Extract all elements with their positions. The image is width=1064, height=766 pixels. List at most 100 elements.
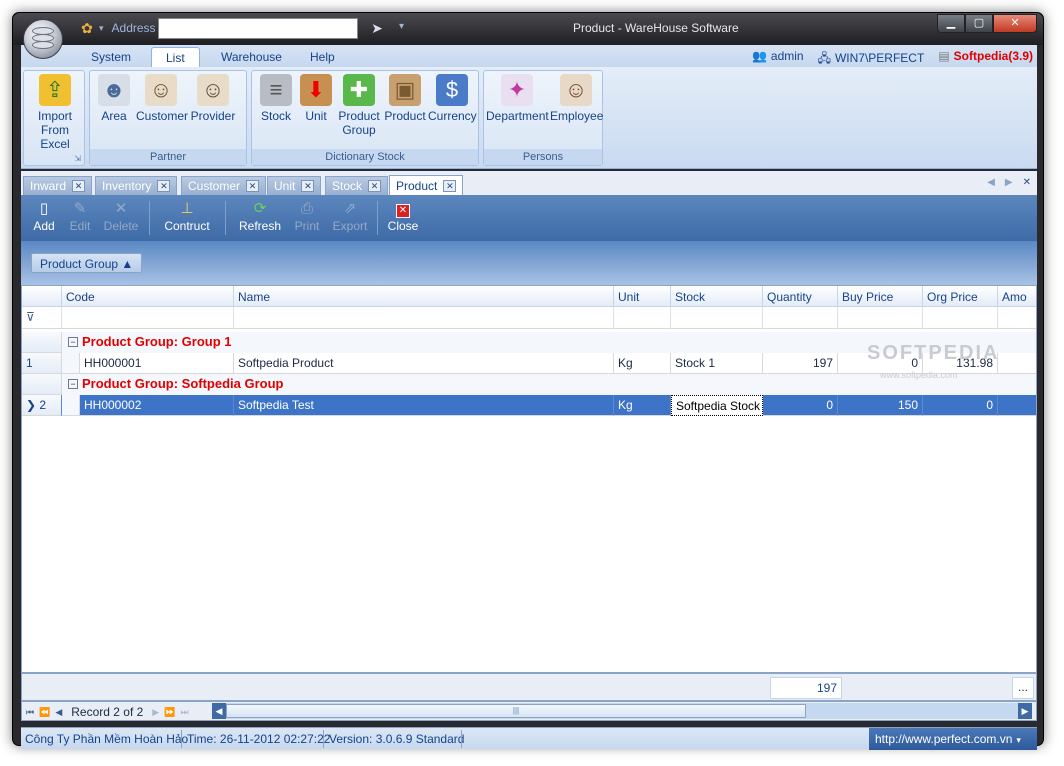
prev-page-icon[interactable]: ⏪ bbox=[39, 707, 50, 718]
qat-dropdown-icon[interactable]: ▾ bbox=[99, 23, 104, 34]
add-button[interactable]: ▯ Add bbox=[29, 199, 59, 233]
next-record-icon[interactable]: ▶ bbox=[152, 707, 159, 718]
delete-button[interactable]: ✕ Delete bbox=[101, 199, 141, 233]
horizontal-scrollbar[interactable]: ◀ ||| ▶ bbox=[212, 703, 1032, 719]
area-button[interactable]: ☻ Area bbox=[94, 74, 134, 123]
filter-org-price[interactable] bbox=[923, 307, 998, 329]
ribbon-tab-warehouse[interactable]: Warehouse bbox=[207, 47, 296, 67]
cell-quantity[interactable]: 0 bbox=[763, 395, 838, 416]
employee-button[interactable]: ☺ Employee bbox=[550, 74, 603, 123]
collapse-group-icon[interactable]: − bbox=[68, 379, 78, 389]
close-tab-icon[interactable]: ✕ bbox=[443, 179, 457, 192]
grid-filter-row: ⊽ bbox=[22, 307, 1036, 329]
tab-scroll-left-icon[interactable]: ◀ bbox=[987, 177, 995, 188]
close-button[interactable]: ✕ Close bbox=[383, 199, 423, 233]
doc-tab-stock[interactable]: Stock ✕ bbox=[325, 176, 389, 195]
first-record-icon[interactable]: ⏮ bbox=[26, 707, 34, 718]
import-from-excel-button[interactable]: ⇪ Import From Excel bbox=[28, 74, 82, 151]
column-header-amount[interactable]: Amo bbox=[998, 286, 1036, 307]
scroll-left-icon[interactable]: ◀ bbox=[212, 703, 226, 719]
footer-more-button[interactable]: ... bbox=[1012, 677, 1034, 699]
column-header-name[interactable]: Name bbox=[234, 286, 614, 307]
currency-icon: $ bbox=[436, 74, 468, 106]
close-window-button[interactable]: ✕ bbox=[993, 14, 1037, 33]
cell-org-price[interactable]: 0 bbox=[923, 395, 998, 416]
ribbon-tab-system[interactable]: System bbox=[77, 47, 145, 67]
doc-tab-inward[interactable]: Inward ✕ bbox=[23, 176, 93, 195]
scroll-right-icon[interactable]: ▶ bbox=[1018, 703, 1032, 719]
close-all-tabs-icon[interactable]: ✕ bbox=[1023, 177, 1031, 188]
cell-amount[interactable] bbox=[998, 353, 1036, 374]
filter-stock[interactable] bbox=[671, 307, 763, 329]
refresh-button[interactable]: ⟳ Refresh bbox=[233, 199, 287, 233]
filter-name[interactable] bbox=[234, 307, 614, 329]
last-record-icon[interactable]: ⏭ bbox=[180, 707, 188, 718]
ribbon-tab-help[interactable]: Help bbox=[296, 47, 349, 67]
export-button[interactable]: ⇗ Export bbox=[329, 199, 371, 233]
close-tab-icon[interactable]: ✕ bbox=[72, 180, 86, 192]
provider-button[interactable]: ☺ Provider bbox=[188, 74, 238, 123]
status-url-link[interactable]: http://www.perfect.com.vn ▾ bbox=[869, 728, 1037, 750]
close-tab-icon[interactable]: ✕ bbox=[246, 180, 260, 192]
minimize-button[interactable]: ▁ bbox=[937, 14, 965, 33]
cell-code[interactable]: HH000002 bbox=[80, 395, 234, 416]
address-input[interactable] bbox=[158, 18, 358, 39]
doc-tab-unit[interactable]: Unit ✕ bbox=[267, 176, 322, 195]
doc-tab-customer[interactable]: Customer ✕ bbox=[181, 176, 267, 195]
print-button[interactable]: ⎙ Print bbox=[289, 199, 325, 233]
edit-button[interactable]: ✎ Edit bbox=[65, 199, 95, 233]
column-header-quantity[interactable]: Quantity bbox=[763, 286, 838, 307]
tab-scroll-right-icon[interactable]: ▶ bbox=[1005, 177, 1013, 188]
column-header-stock[interactable]: Stock bbox=[671, 286, 763, 307]
product-button[interactable]: ▣ Product bbox=[384, 74, 426, 123]
group-launcher-icon[interactable]: ⇲ bbox=[74, 154, 81, 163]
scroll-thumb[interactable]: ||| bbox=[226, 704, 806, 718]
go-icon[interactable]: ➤ bbox=[365, 18, 389, 39]
filter-icon[interactable]: ⊽ bbox=[22, 307, 62, 329]
stock-button[interactable]: ≡ Stock bbox=[256, 74, 296, 123]
column-header-unit[interactable]: Unit bbox=[614, 286, 671, 307]
unit-button[interactable]: ⬇ Unit bbox=[298, 74, 334, 123]
excel-import-icon: ⇪ bbox=[39, 74, 71, 106]
next-page-icon[interactable]: ⏩ bbox=[164, 707, 175, 718]
product-group-button[interactable]: ✚ Product Group bbox=[336, 74, 382, 137]
cell-unit[interactable]: Kg bbox=[614, 353, 671, 374]
filter-quantity[interactable] bbox=[763, 307, 838, 329]
close-tab-icon[interactable]: ✕ bbox=[368, 180, 382, 192]
cell-code[interactable]: HH000001 bbox=[80, 353, 234, 374]
cell-quantity[interactable]: 197 bbox=[763, 353, 838, 374]
currency-button[interactable]: $ Currency bbox=[428, 74, 477, 123]
column-header-code[interactable]: Code bbox=[62, 286, 234, 307]
column-header-org-price[interactable]: Org Price bbox=[923, 286, 998, 307]
app-menu-button[interactable] bbox=[23, 19, 63, 59]
close-tab-icon[interactable]: ✕ bbox=[301, 180, 315, 192]
ribbon-tab-list[interactable]: List bbox=[151, 47, 200, 67]
cell-amount[interactable] bbox=[998, 395, 1036, 416]
doc-tab-product[interactable]: Product ✕ bbox=[389, 175, 464, 195]
cell-name[interactable]: Softpedia Test bbox=[234, 395, 614, 416]
prev-record-icon[interactable]: ◀ bbox=[55, 707, 62, 718]
cell-stock[interactable]: Stock 1 bbox=[671, 353, 763, 374]
maximize-button[interactable]: ▢ bbox=[965, 14, 993, 33]
table-row-selected[interactable]: ❯ 2 HH000002 Softpedia Test Kg Softpedia… bbox=[22, 395, 1036, 416]
cell-buy-price[interactable]: 150 bbox=[838, 395, 923, 416]
collapse-group-icon[interactable]: − bbox=[68, 337, 78, 347]
cell-name[interactable]: Softpedia Product bbox=[234, 353, 614, 374]
contruct-button[interactable]: ⊥ Contruct bbox=[157, 199, 217, 233]
department-button[interactable]: ✦ Department bbox=[486, 74, 549, 123]
filter-amount[interactable] bbox=[998, 307, 1036, 329]
group-indicator bbox=[22, 332, 62, 353]
customize-qat-icon[interactable]: ▾ bbox=[399, 21, 404, 32]
customer-button[interactable]: ☺ Customer bbox=[136, 74, 188, 123]
close-tab-icon[interactable]: ✕ bbox=[157, 180, 171, 192]
cell-stock-focused[interactable]: Softpedia Stock bbox=[671, 395, 763, 416]
doc-tab-inventory[interactable]: Inventory ✕ bbox=[95, 176, 178, 195]
palette-icon[interactable]: ✿ bbox=[79, 20, 95, 36]
group-by-product-group-chip[interactable]: Product Group ▲ bbox=[31, 253, 143, 273]
tab-navigation: ◀ ▶ ✕ bbox=[987, 177, 1031, 188]
cell-unit[interactable]: Kg bbox=[614, 395, 671, 416]
filter-code[interactable] bbox=[62, 307, 234, 329]
filter-buy-price[interactable] bbox=[838, 307, 923, 329]
filter-unit[interactable] bbox=[614, 307, 671, 329]
column-header-buy-price[interactable]: Buy Price bbox=[838, 286, 923, 307]
